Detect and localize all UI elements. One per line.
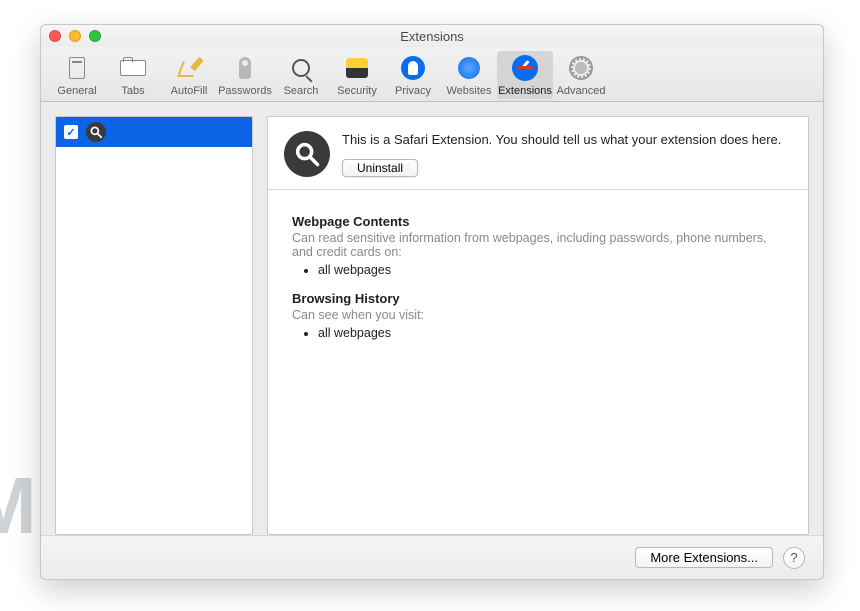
extension-description: This is a Safari Extension. You should t… [342,131,781,149]
advanced-icon [569,56,593,80]
websites-icon [458,57,480,79]
tab-privacy[interactable]: Privacy [385,51,441,99]
more-extensions-button[interactable]: More Extensions... [635,547,773,568]
window-footer: More Extensions... ? [41,535,823,579]
permissions-section: Webpage Contents Can read sensitive info… [268,190,808,366]
tab-advanced[interactable]: Advanced [553,51,609,99]
tab-autofill[interactable]: AutoFill [161,51,217,99]
tab-security[interactable]: Security [329,51,385,99]
extension-enable-checkbox[interactable]: ✓ [64,125,78,139]
section-subtitle: Can see when you visit: [292,308,784,322]
extension-list-item[interactable]: ✓ [56,117,252,147]
titlebar: Extensions [41,25,823,47]
uninstall-button[interactable]: Uninstall [342,159,418,177]
tab-search[interactable]: Search [273,51,329,99]
magnifier-icon [86,122,106,142]
privacy-icon [401,56,425,80]
security-icon [346,58,368,78]
tab-extensions[interactable]: Extensions [497,51,553,99]
permission-item: all webpages [318,326,784,340]
magnifier-icon [284,131,330,177]
preferences-window: Extensions General Tabs AutoFill Passwor… [40,24,824,580]
tab-general[interactable]: General [49,51,105,99]
search-icon [292,59,310,77]
tab-passwords[interactable]: Passwords [217,51,273,99]
extensions-icon [512,55,538,81]
section-title: Webpage Contents [292,214,784,229]
general-icon [69,57,85,79]
tab-tabs[interactable]: Tabs [105,51,161,99]
help-button[interactable]: ? [783,547,805,569]
tab-websites[interactable]: Websites [441,51,497,99]
extensions-sidebar: ✓ [55,116,253,535]
permission-item: all webpages [318,263,784,277]
window-title: Extensions [41,29,823,44]
extension-detail-panel: This is a Safari Extension. You should t… [267,116,809,535]
section-title: Browsing History [292,291,784,306]
extension-header: This is a Safari Extension. You should t… [268,117,808,190]
autofill-icon [178,57,200,79]
section-subtitle: Can read sensitive information from webp… [292,231,784,259]
content-area: ✓ This is a Safari Extension. You should… [41,102,823,535]
key-icon [239,57,251,79]
tabs-icon [120,60,146,76]
preferences-toolbar: General Tabs AutoFill Passwords Search S… [41,47,823,102]
